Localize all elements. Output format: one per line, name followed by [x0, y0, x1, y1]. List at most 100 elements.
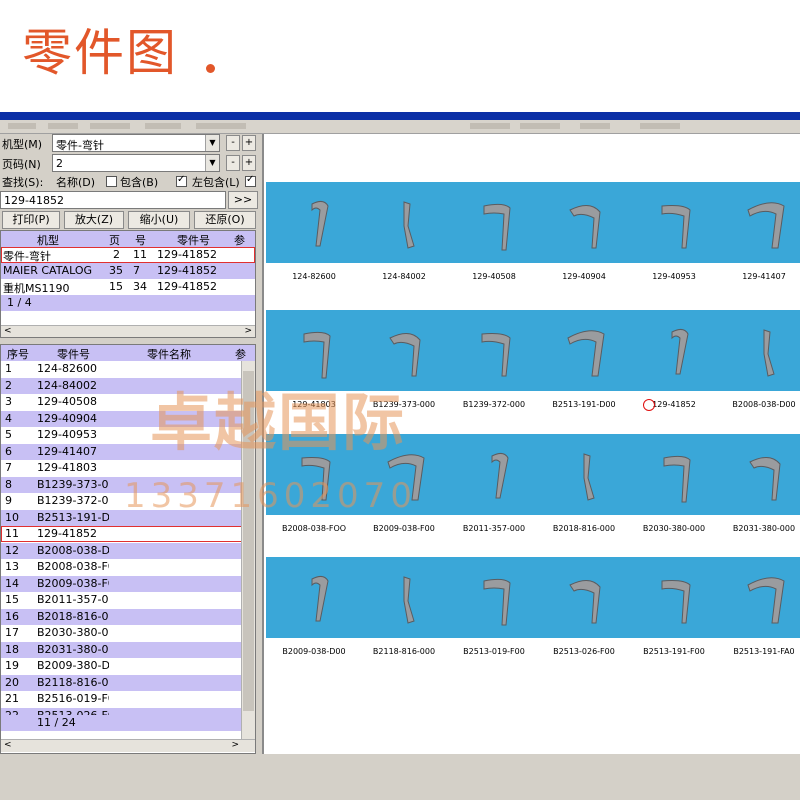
part-image: [481, 333, 511, 377]
part-thumbnail[interactable]: 129-40508: [450, 190, 538, 285]
part-image: [569, 205, 601, 249]
table-row[interactable]: 零件-弯针 2 11 129-41852: [1, 247, 255, 263]
search-go-button[interactable]: >>: [228, 191, 258, 209]
part-caption: 124-84002: [382, 272, 426, 281]
zoom-in-button[interactable]: 放大(Z): [64, 211, 124, 229]
banner-dot: [206, 64, 215, 73]
part-thumbnail[interactable]: B2118-816-000: [360, 565, 448, 660]
model-plus-button[interactable]: +: [242, 135, 256, 151]
print-button[interactable]: 打印(P): [2, 211, 60, 229]
results-count: 1 / 4: [7, 296, 32, 309]
part-thumbnail[interactable]: B2009-038-D00: [270, 565, 358, 660]
menu-item[interactable]: [196, 123, 246, 129]
scroll-right-icon[interactable]: >: [231, 740, 239, 750]
table-row[interactable]: 11 129-41852: [1, 526, 243, 542]
table-row[interactable]: 21 B2516-019-F00: [1, 691, 243, 707]
part-thumbnail[interactable]: 129-40904: [540, 190, 628, 285]
page-plus-button[interactable]: +: [242, 155, 256, 171]
part-thumbnail[interactable]: 129-41407: [720, 190, 800, 285]
menu-item[interactable]: [580, 123, 610, 129]
part-caption: B2513-019-F00: [463, 647, 525, 656]
table-row[interactable]: 19 B2009-380-D0: [1, 658, 243, 674]
results-col-model[interactable]: 机型: [37, 232, 59, 248]
results-col-partno[interactable]: 零件号: [177, 232, 210, 248]
table-row[interactable]: 7 129-41803: [1, 460, 243, 476]
part-thumbnail[interactable]: B2513-191-D00: [540, 318, 628, 413]
part-thumbnail[interactable]: B2513-191-FA0: [720, 565, 800, 660]
cell-seq: 15: [5, 593, 19, 606]
page-select[interactable]: 2 ▼: [52, 154, 220, 172]
part-shape: [749, 457, 781, 501]
table-row[interactable]: 20 B2118-816-000: [1, 674, 243, 691]
cell-seq: 14: [5, 576, 19, 590]
scroll-left-icon[interactable]: <: [4, 326, 12, 336]
restore-button[interactable]: 还原(O): [194, 211, 256, 229]
scroll-left-icon[interactable]: <: [4, 740, 12, 750]
part-thumbnail[interactable]: 124-84002: [360, 190, 448, 285]
results-col-ref[interactable]: 参: [234, 232, 245, 248]
parts-col-ref[interactable]: 参: [235, 346, 246, 362]
part-thumbnail[interactable]: 129-41852: [630, 318, 718, 413]
cell-seq: 4: [5, 411, 12, 425]
table-row[interactable]: 15 B2011-357-00: [1, 592, 243, 608]
table-row[interactable]: 12 B2008-038-D0: [1, 542, 243, 559]
cell-seq: 18: [5, 642, 19, 656]
menu-item[interactable]: [90, 123, 130, 129]
watermark-phone: 13371602070: [124, 476, 417, 516]
parts-col-partno[interactable]: 零件号: [57, 346, 90, 362]
part-caption: B2008-038-FOO: [281, 524, 347, 533]
part-thumbnail[interactable]: B2030-380-000: [630, 442, 718, 537]
part-thumbnail[interactable]: B2513-026-F00: [540, 565, 628, 660]
model-select[interactable]: 零件-弯针 ▼: [52, 134, 220, 152]
parts-col-seq[interactable]: 序号: [7, 346, 29, 362]
part-thumbnail[interactable]: B2513-191-F00: [630, 565, 718, 660]
part-image: [311, 200, 329, 247]
part-thumbnail[interactable]: B2008-038-D00: [720, 318, 800, 413]
table-row[interactable]: 重机MS1190 15 34 129-41852: [1, 279, 255, 295]
part-caption: 124-82600: [292, 272, 336, 281]
part-thumbnail[interactable]: B2011-357-000: [450, 442, 538, 537]
model-minus-button[interactable]: -: [226, 135, 240, 151]
table-row[interactable]: 17 B2030-380-000: [1, 625, 243, 641]
results-col-page[interactable]: 页: [109, 232, 120, 248]
results-hscroll[interactable]: < >: [1, 325, 255, 337]
page-minus-button[interactable]: -: [226, 155, 240, 171]
table-row[interactable]: 16 B2018-816-000: [1, 608, 243, 625]
part-image: [661, 580, 691, 624]
parts-col-partname[interactable]: 零件名称: [147, 346, 191, 362]
left-contain-checkbox[interactable]: [176, 174, 187, 187]
zoom-out-button[interactable]: 缩小(U): [128, 211, 190, 229]
chevron-down-icon[interactable]: ▼: [205, 135, 219, 151]
scroll-right-icon[interactable]: >: [244, 326, 252, 336]
model-value: 零件-弯针: [56, 139, 104, 152]
cell-seq: 10: [5, 510, 19, 524]
part-shape: [311, 575, 329, 622]
contain-checkbox[interactable]: [106, 176, 117, 187]
part-shape: [311, 200, 329, 247]
part-thumbnail[interactable]: 124-82600: [270, 190, 358, 285]
extra-checkbox[interactable]: [245, 174, 256, 187]
menu-item[interactable]: [48, 123, 78, 129]
menu-item[interactable]: [470, 123, 510, 129]
table-row[interactable]: 18 B2031-380-000: [1, 641, 243, 658]
menu-item[interactable]: [640, 123, 680, 129]
cell-partno: 129-41852: [157, 280, 217, 293]
part-thumbnail[interactable]: 129-40953: [630, 190, 718, 285]
menu-item[interactable]: [8, 123, 36, 129]
cell-partno: B2011-357-00: [37, 593, 109, 606]
results-col-no[interactable]: 号: [135, 232, 146, 248]
part-thumbnail[interactable]: B2513-019-F00: [450, 565, 538, 660]
search-input[interactable]: 129-41852: [0, 191, 226, 209]
table-row[interactable]: MAIER CATALOG 35 7 129-41852: [1, 263, 255, 279]
menu-item[interactable]: [145, 123, 181, 129]
parts-hscroll[interactable]: < >: [1, 739, 255, 752]
screenshot-root: 零件图 机型(M) 零件-弯针 ▼ - + 页码(N) 2 ▼ - + 查找(S…: [0, 0, 800, 800]
part-thumbnail[interactable]: B2018-816-000: [540, 442, 628, 537]
chevron-down-icon[interactable]: ▼: [205, 155, 219, 171]
menu-item[interactable]: [520, 123, 560, 129]
table-row[interactable]: 13 B2008-038-F00: [1, 559, 243, 575]
table-row[interactable]: 14 B2009-038-F00: [1, 575, 243, 592]
part-thumbnail[interactable]: B2031-380-000: [720, 442, 800, 537]
cell-page: 2: [113, 248, 120, 261]
part-thumbnail[interactable]: B1239-372-000: [450, 318, 538, 413]
